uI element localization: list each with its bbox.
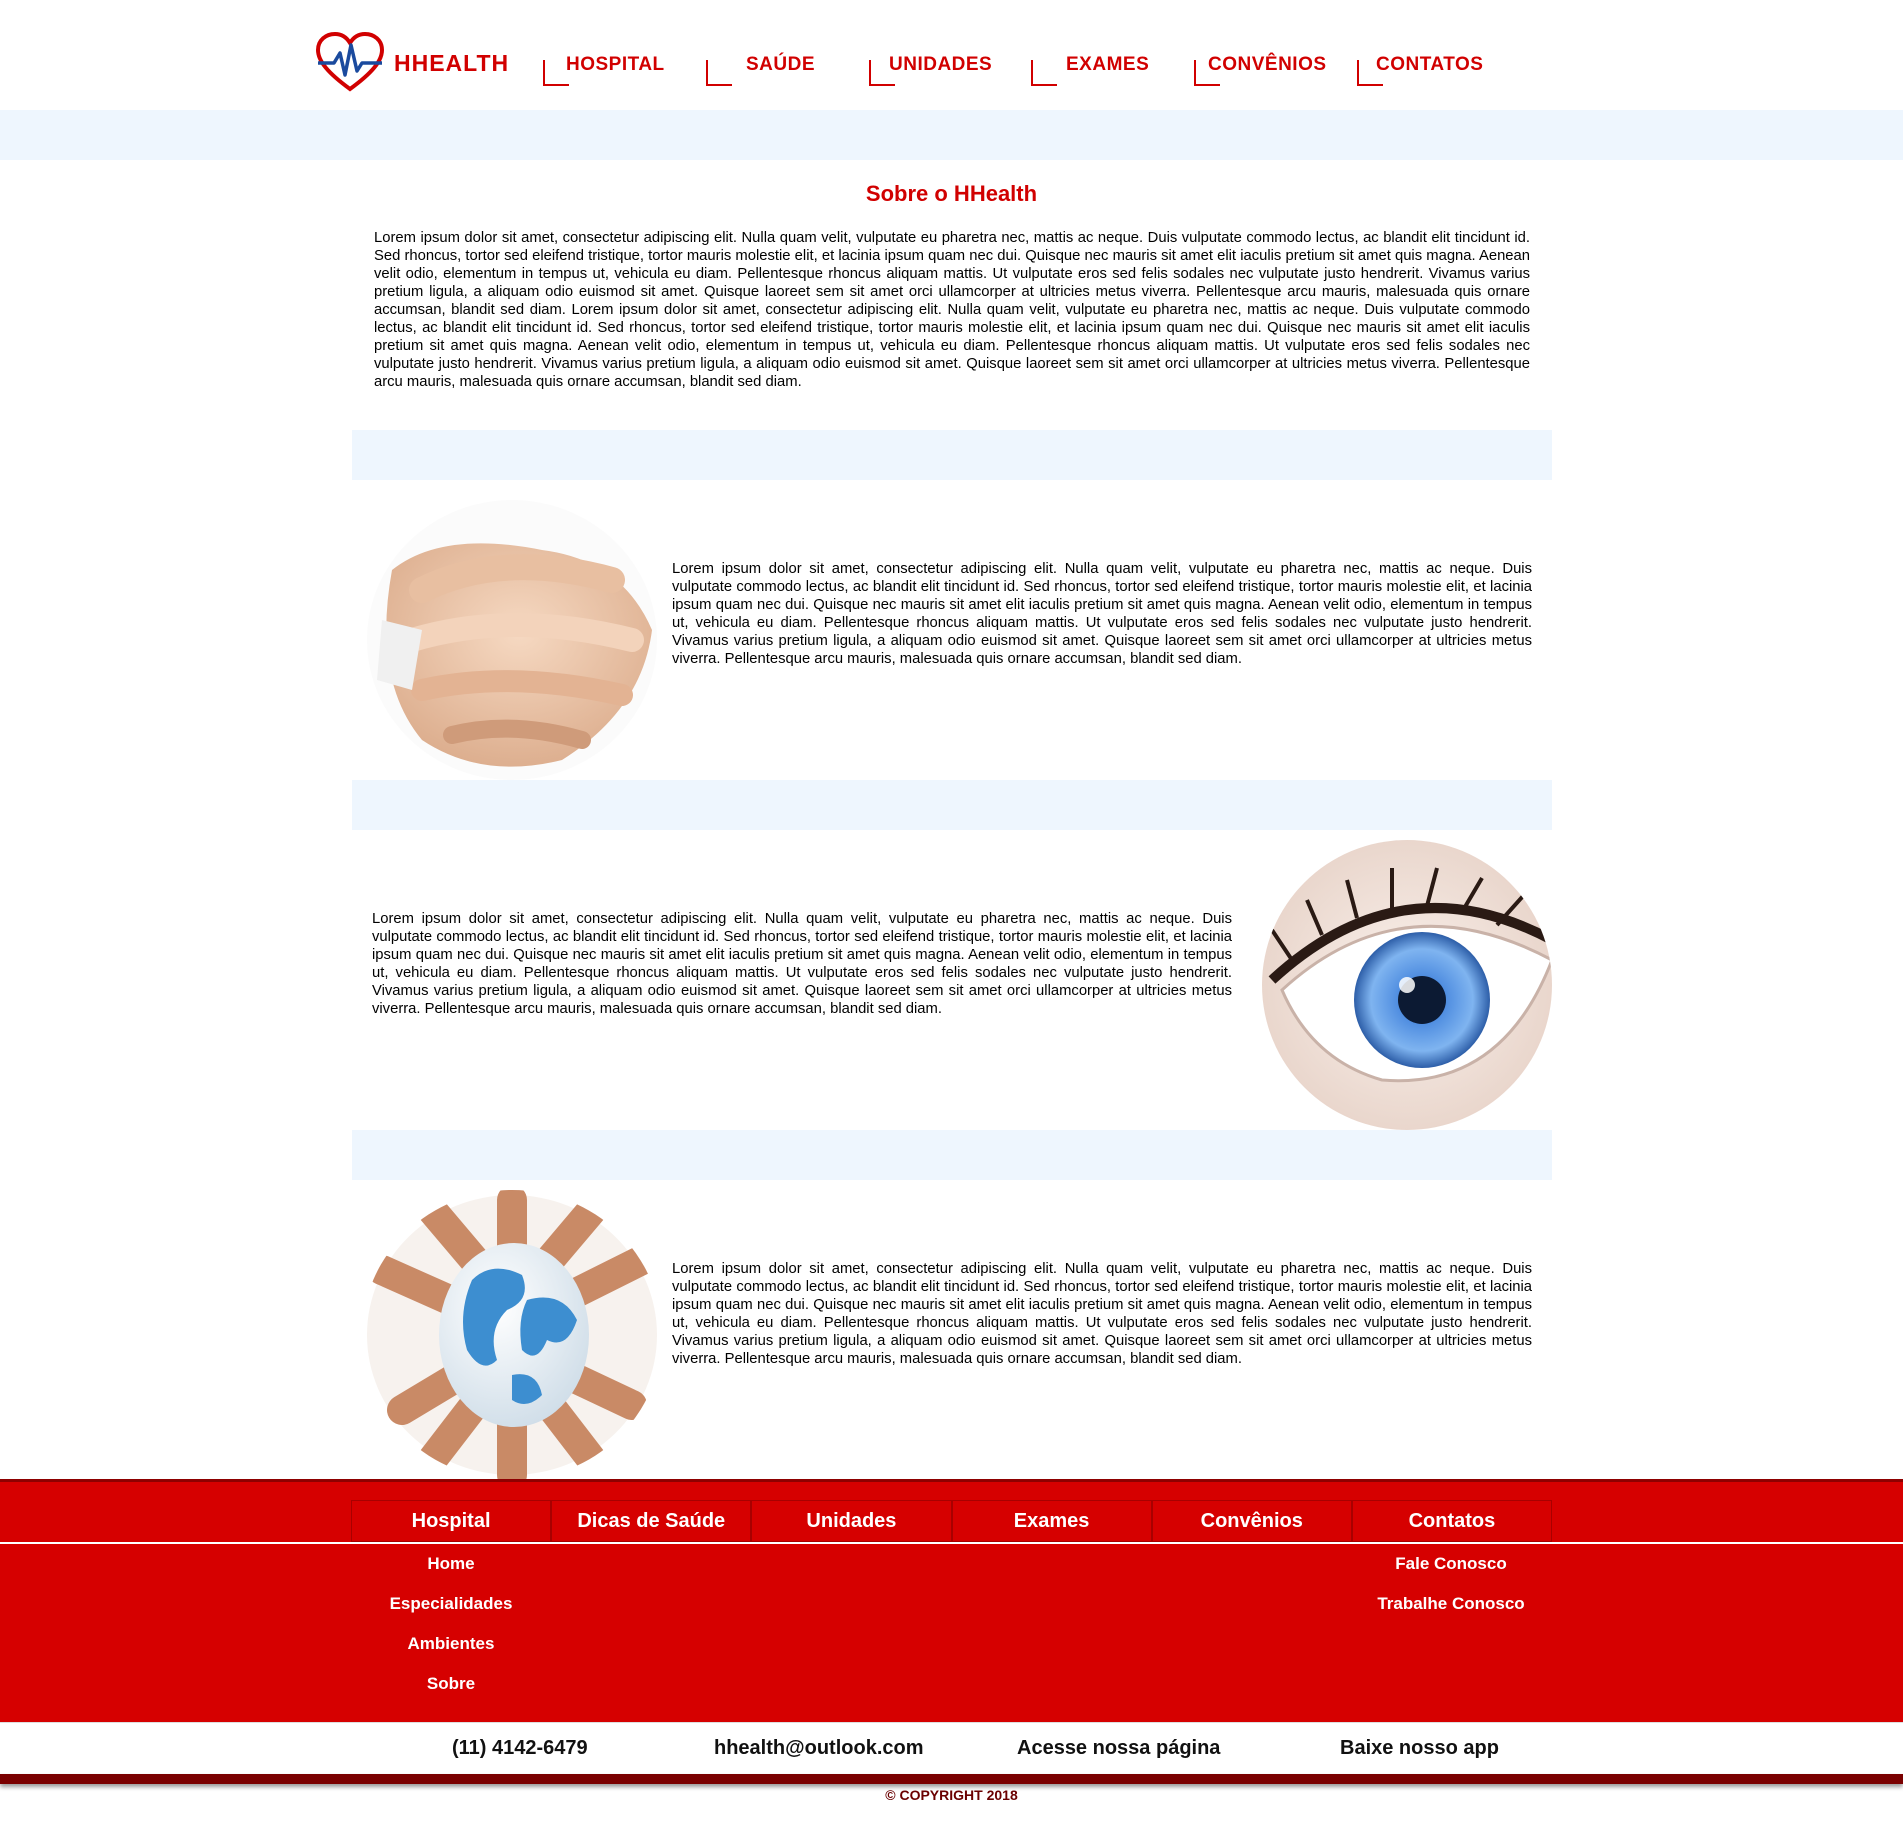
footer-contatos-links: Fale Conosco Trabalhe Conosco bbox=[1351, 1544, 1551, 1624]
footer-link-trabalhe-conosco[interactable]: Trabalhe Conosco bbox=[1351, 1584, 1551, 1624]
brand-logo[interactable]: HHEALTH bbox=[314, 30, 509, 96]
site-header: HHEALTH HOSPITAL SAÚDE UNIDADES EXAMES C… bbox=[0, 0, 1903, 110]
footer-tab-unidades[interactable]: Unidades bbox=[751, 1500, 952, 1542]
nav-label: EXAMES bbox=[1066, 54, 1150, 75]
about-text: Lorem ipsum dolor sit amet, consectetur … bbox=[374, 230, 1530, 390]
section-band bbox=[352, 780, 1552, 830]
footer-link-home[interactable]: Home bbox=[351, 1544, 551, 1584]
nav-label: HOSPITAL bbox=[566, 54, 665, 75]
footer-link-ambientes[interactable]: Ambientes bbox=[351, 1624, 551, 1664]
row-text: Lorem ipsum dolor sit amet, consectetur … bbox=[672, 561, 1532, 667]
contact-app-link[interactable]: Baixe nosso app bbox=[1340, 1737, 1499, 1760]
footer-tab-hospital[interactable]: Hospital bbox=[351, 1500, 552, 1542]
footer-tab-convenios[interactable]: Convênios bbox=[1151, 1500, 1352, 1542]
contact-email[interactable]: hhealth@outlook.com bbox=[714, 1737, 924, 1760]
footer-link-especialidades[interactable]: Especialidades bbox=[351, 1584, 551, 1624]
nav-label: UNIDADES bbox=[889, 54, 993, 75]
footer-tab-exames[interactable]: Exames bbox=[951, 1500, 1152, 1542]
copyright-text: © COPYRIGHT 2018 bbox=[885, 1787, 1018, 1803]
brand-name: HHEALTH bbox=[394, 49, 510, 76]
footer-link-fale-conosco[interactable]: Fale Conosco bbox=[1351, 1544, 1551, 1584]
heart-pulse-icon bbox=[315, 31, 385, 92]
nav-label: CONTATOS bbox=[1376, 54, 1484, 75]
top-band bbox=[0, 110, 1903, 160]
contact-page-link[interactable]: Acesse nossa página bbox=[1017, 1737, 1220, 1760]
footer-tabs: Hospital Dicas de Saúde Unidades Exames … bbox=[351, 1500, 1553, 1542]
footer-hospital-links: Home Especialidades Ambientes Sobre bbox=[351, 1544, 551, 1704]
section-band bbox=[352, 430, 1552, 480]
stacked-hands-image bbox=[362, 490, 662, 780]
nav-bracket bbox=[706, 60, 732, 86]
about-title: Sobre o HHealth bbox=[865, 181, 1038, 206]
row-text: Lorem ipsum dolor sit amet, consectetur … bbox=[672, 1261, 1532, 1367]
footer-tab-contatos[interactable]: Contatos bbox=[1351, 1500, 1553, 1542]
nav-bracket bbox=[1031, 60, 1057, 86]
hands-holding-globe-image bbox=[362, 1190, 662, 1480]
nav-label: SAÚDE bbox=[746, 54, 816, 75]
nav-label: CONVÊNIOS bbox=[1208, 54, 1327, 75]
site-footer: Hospital Dicas de Saúde Unidades Exames … bbox=[0, 1479, 1903, 1722]
section-band bbox=[352, 1130, 1552, 1180]
footer-tab-dicas[interactable]: Dicas de Saúde bbox=[551, 1500, 752, 1542]
footer-divider bbox=[0, 1542, 1903, 1544]
contact-phone[interactable]: (11) 4142-6479 bbox=[452, 1737, 588, 1760]
blue-eye-image bbox=[1262, 840, 1552, 1130]
row-text: Lorem ipsum dolor sit amet, consectetur … bbox=[372, 911, 1232, 1017]
bottom-divider bbox=[0, 1774, 1903, 1784]
contact-bar: (11) 4142-6479 hhealth@outlook.com Acess… bbox=[0, 1722, 1903, 1774]
footer-link-sobre[interactable]: Sobre bbox=[351, 1664, 551, 1704]
